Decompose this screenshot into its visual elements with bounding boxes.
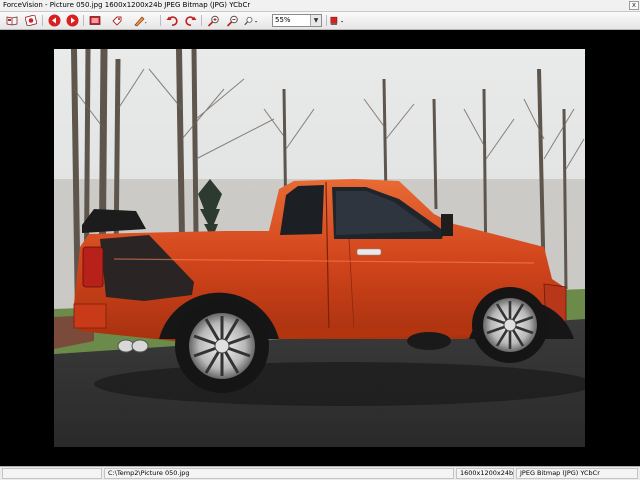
- zoom-in-icon[interactable]: [206, 14, 220, 27]
- status-panel-empty: [2, 468, 102, 479]
- image-icon[interactable]: [88, 14, 102, 27]
- toolbar-separator: [160, 15, 161, 26]
- window-title: ForceVision - Picture 050.jpg 1600x1200x…: [3, 1, 251, 9]
- image-viewport[interactable]: [0, 30, 640, 466]
- status-file-path: C:\Temp2\Picture 050.jpg: [104, 468, 454, 479]
- next-icon[interactable]: [65, 14, 79, 27]
- tag-icon[interactable]: [110, 14, 124, 27]
- chevron-down-icon[interactable]: ▼: [310, 15, 321, 26]
- toolbar-separator: [83, 15, 84, 26]
- edit-pen-icon[interactable]: [133, 14, 147, 27]
- zoom-out-icon[interactable]: [225, 14, 239, 27]
- undo-icon[interactable]: [165, 14, 179, 27]
- redo-icon[interactable]: [183, 14, 197, 27]
- open-book-icon[interactable]: [5, 14, 19, 27]
- toolbar: 55% ▼: [0, 12, 640, 30]
- toolbar-separator: [42, 15, 43, 26]
- color-palette-icon[interactable]: [330, 14, 344, 27]
- title-bar: ForceVision - Picture 050.jpg 1600x1200x…: [0, 0, 640, 12]
- status-dimensions: 1600x1200x24b: [456, 468, 514, 479]
- close-button[interactable]: x: [629, 1, 639, 10]
- toolbar-separator: [326, 15, 327, 26]
- previous-icon[interactable]: [47, 14, 61, 27]
- status-format: JPEG Bitmap (JPG) YCbCr: [516, 468, 638, 479]
- toolbar-separator: [201, 15, 202, 26]
- zoom-fit-icon[interactable]: [244, 14, 258, 27]
- zoom-select[interactable]: 55% ▼: [272, 14, 322, 27]
- zoom-value: 55%: [275, 16, 291, 24]
- photo-truck: [54, 49, 585, 447]
- status-bar: C:\Temp2\Picture 050.jpg 1600x1200x24b J…: [0, 466, 640, 480]
- slideshow-icon[interactable]: [24, 14, 38, 27]
